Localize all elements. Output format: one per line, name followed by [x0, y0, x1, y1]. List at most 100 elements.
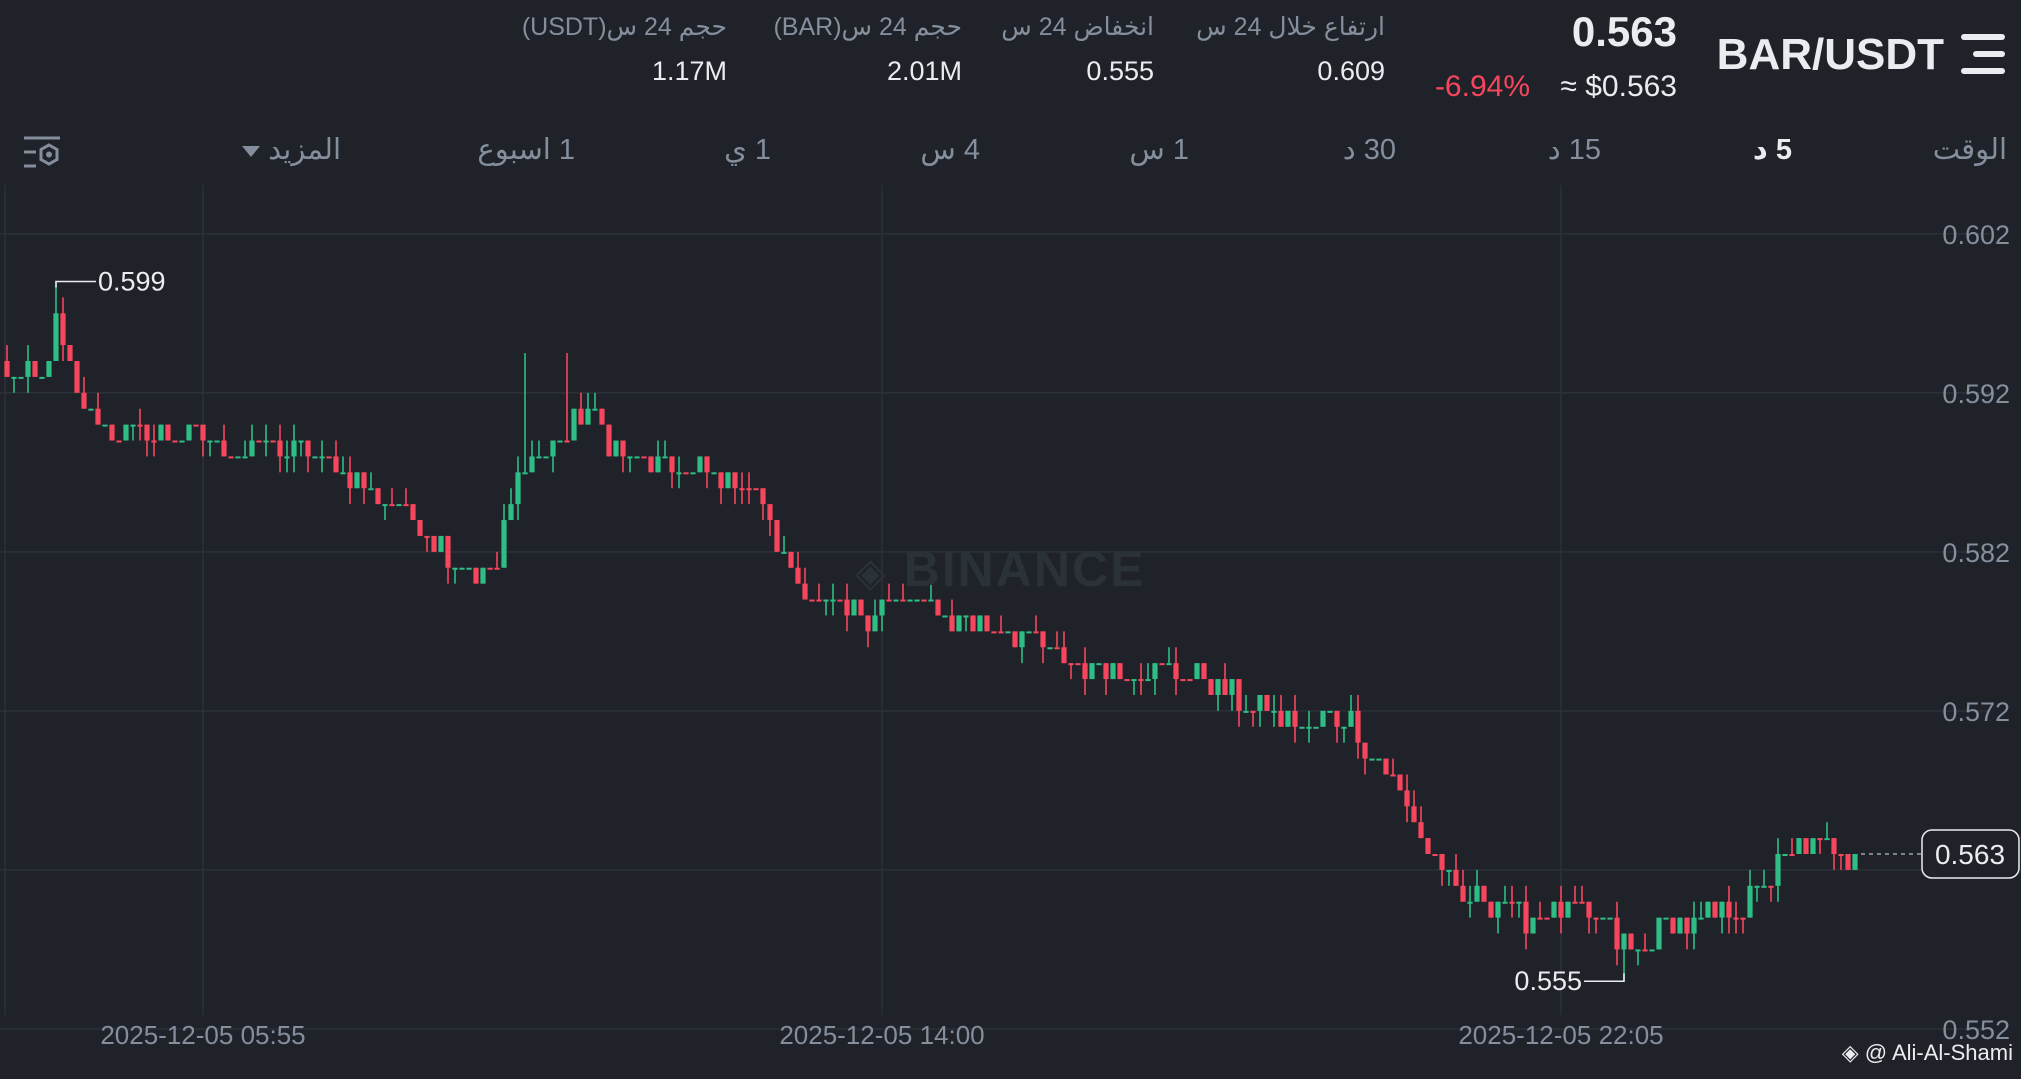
symbol-title[interactable]: BAR/USDT: [1717, 30, 1944, 80]
candle-body: [193, 424, 199, 427]
candle-body: [1789, 854, 1795, 857]
candle-body: [494, 567, 500, 570]
candle-body: [900, 599, 906, 602]
candle-body: [298, 440, 304, 443]
candle-body: [1460, 885, 1466, 902]
tab-1w[interactable]: 1 اسبوع: [477, 132, 575, 167]
candle-body: [466, 567, 472, 570]
candle-body: [1068, 663, 1074, 666]
candle-body: [606, 424, 612, 457]
candle-body: [88, 408, 94, 411]
x-tick-label: 2025-12-05 05:55: [100, 1020, 305, 1050]
tab-30m[interactable]: 30 د: [1343, 132, 1396, 167]
candle-body: [46, 360, 52, 377]
candle-body: [480, 567, 486, 584]
candle-body: [753, 488, 759, 491]
candle-body: [487, 567, 493, 570]
candle-body: [18, 376, 24, 379]
candle-body: [998, 631, 1004, 634]
menu-icon[interactable]: [1961, 34, 2005, 74]
candle-body: [1236, 679, 1242, 711]
candle-body: [53, 313, 59, 361]
y-tick-label: 0.602: [1942, 220, 2010, 250]
tab-1h[interactable]: 1 س: [1129, 132, 1189, 167]
candle-body: [921, 599, 927, 602]
candle-body: [1453, 869, 1459, 886]
candle-body: [1467, 901, 1473, 904]
credit-text: @ Ali-Al-Shami: [1864, 1040, 2013, 1065]
candle-body: [1831, 838, 1837, 855]
candle-body: [1691, 917, 1697, 934]
candle-body: [1530, 917, 1536, 934]
candle-body: [816, 599, 822, 602]
candle-body: [263, 440, 269, 443]
chart-settings-icon[interactable]: [22, 132, 62, 172]
candle-body: [1754, 885, 1760, 888]
candle-body: [858, 599, 864, 616]
candle-body: [1621, 933, 1627, 950]
candle-body: [1418, 822, 1424, 839]
candle-body: [949, 615, 955, 632]
y-tick-label: 0.592: [1942, 379, 2010, 409]
candle-body: [725, 472, 731, 489]
candle-body: [592, 408, 598, 411]
candle-body: [1159, 663, 1165, 666]
candle-body: [1796, 838, 1802, 855]
candle-body: [431, 535, 437, 552]
candle-body: [214, 440, 220, 443]
candle-body: [1768, 885, 1774, 888]
candle-body: [543, 456, 549, 459]
candle-body: [256, 440, 262, 443]
candle-body: [1572, 901, 1578, 904]
candle-body: [1187, 679, 1193, 682]
candle-body: [1047, 647, 1053, 650]
candlestick-chart[interactable]: 0.599 0.555 0.563 0.602 0.592 0.582 0.572 0.55…: [0, 185, 2021, 1079]
tab-1d[interactable]: 1 ي: [724, 132, 771, 167]
candle-body: [641, 456, 647, 459]
candle-body: [585, 408, 591, 425]
candle-body: [711, 472, 717, 475]
candles: [4, 281, 1858, 982]
candle-body: [123, 424, 129, 441]
candle-body: [1390, 774, 1396, 777]
tab-15m[interactable]: 15 د: [1548, 132, 1601, 167]
candle-body: [1173, 663, 1179, 680]
candle-body: [1117, 663, 1123, 680]
candle-body: [655, 456, 661, 473]
candle-body: [788, 551, 794, 568]
candle-body: [1334, 710, 1340, 727]
tab-4h[interactable]: 4 س: [920, 132, 980, 167]
candle-body: [39, 376, 45, 379]
candle-body: [1012, 631, 1018, 648]
candle-body: [529, 456, 535, 473]
candle-body: [1810, 838, 1816, 855]
candle-body: [1271, 710, 1277, 713]
y-tick-label: 0.572: [1942, 697, 2010, 727]
current-price-label: 0.563: [1935, 839, 2005, 870]
tab-time[interactable]: الوقت: [1933, 132, 2007, 167]
candle-body: [116, 440, 122, 443]
interval-tabs: الوقت 5 د 15 د 30 د 1 س 4 س 1 ي 1 اسبوع …: [0, 128, 2021, 178]
candle-body: [1537, 917, 1543, 920]
candle-body: [1264, 694, 1270, 711]
candle-body: [1327, 710, 1333, 713]
candle-body: [319, 456, 325, 459]
candle-body: [837, 599, 843, 602]
candle-body: [375, 488, 381, 505]
more-dropdown[interactable]: المزيد: [232, 132, 341, 167]
candle-body: [417, 520, 423, 536]
candle-body: [1180, 679, 1186, 682]
candle-body: [1509, 901, 1515, 904]
candle-body: [774, 520, 780, 552]
candle-body: [1257, 694, 1263, 711]
tab-5m[interactable]: 5 د: [1753, 132, 1792, 167]
candle-body: [1194, 663, 1200, 680]
candle-body: [368, 488, 374, 491]
candle-body: [1362, 742, 1368, 759]
binance-watermark: ◈ BINANCE: [855, 540, 1145, 598]
candle-body: [928, 599, 934, 602]
candle-body: [1656, 917, 1662, 950]
candle-body: [1446, 869, 1452, 872]
candle-body: [1383, 758, 1389, 775]
time-axis: 2025-12-05 05:55 2025-12-05 14:00 2025-12-…: [100, 1020, 1663, 1050]
